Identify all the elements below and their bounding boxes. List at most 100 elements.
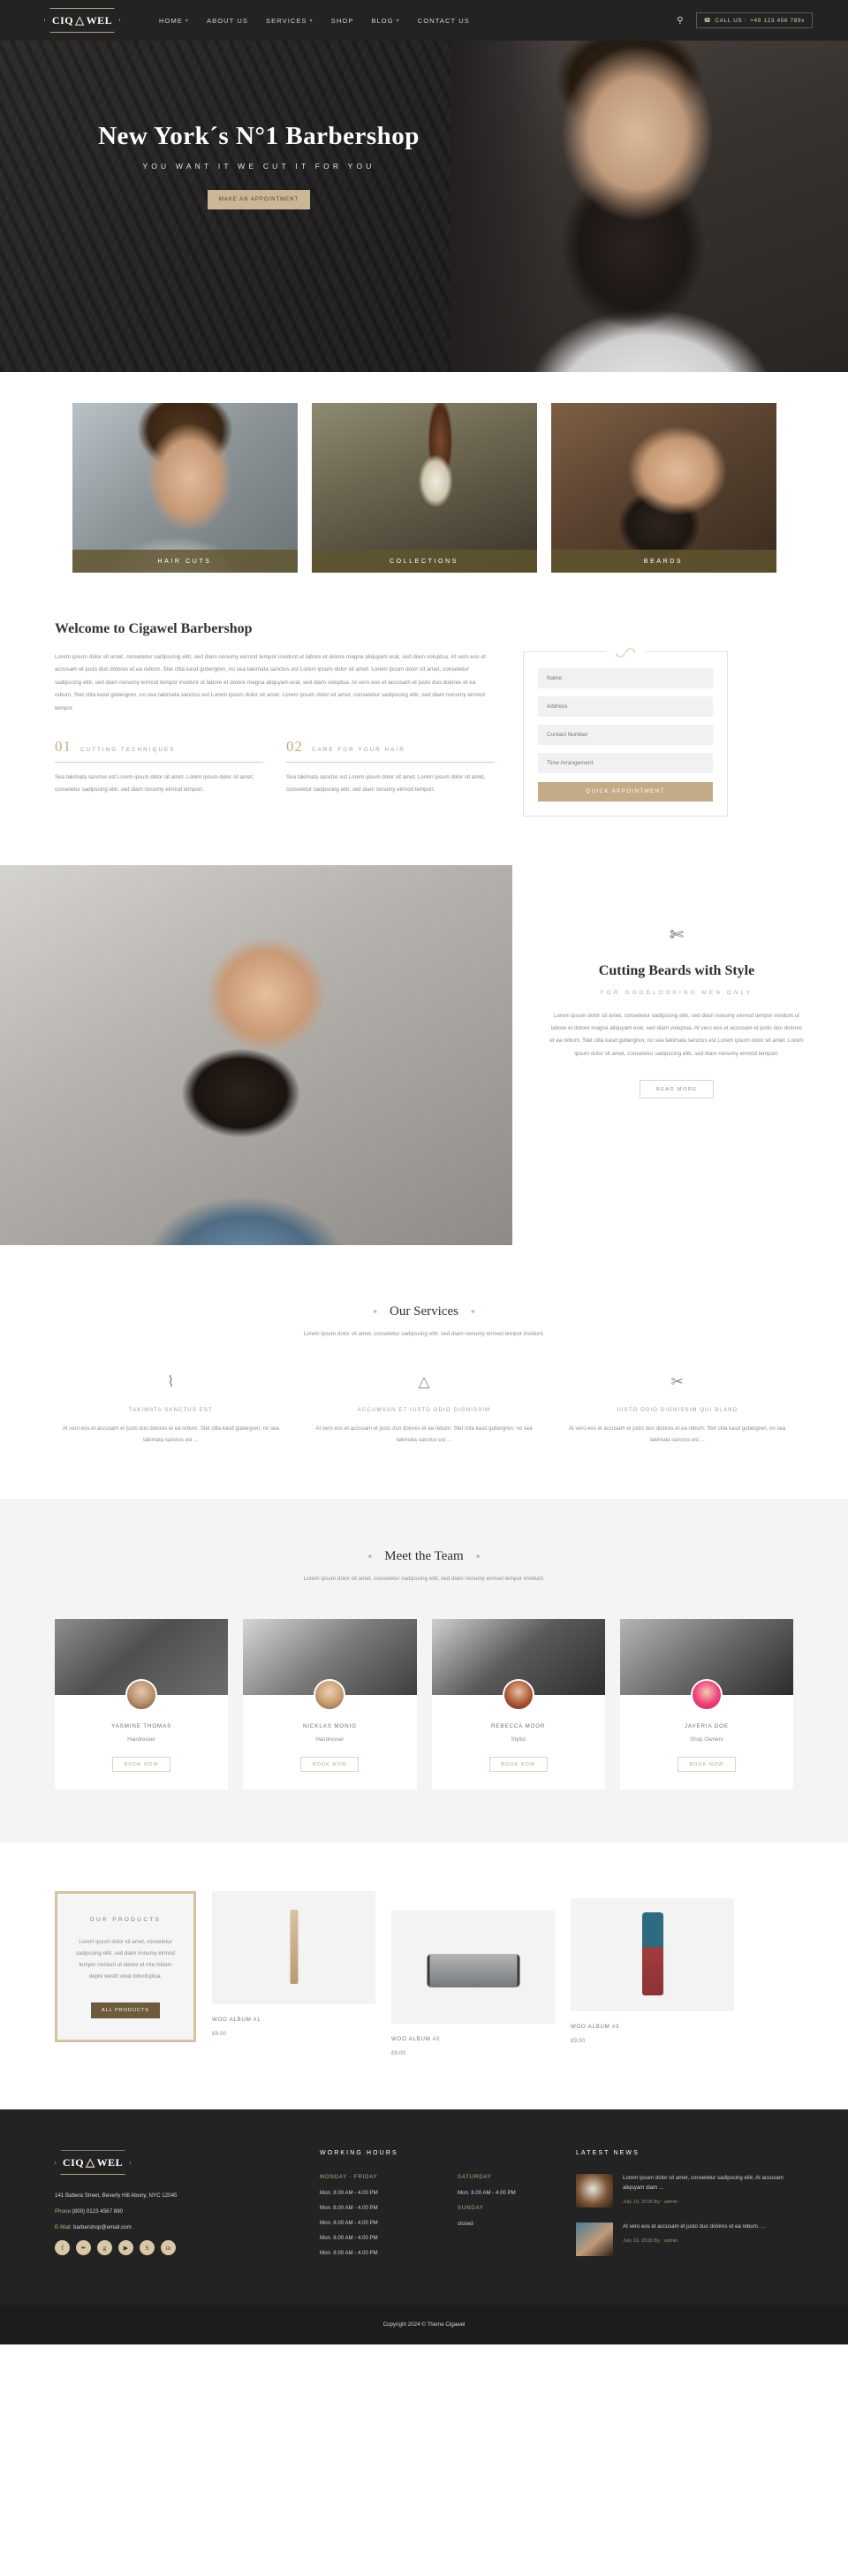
chevron-down-icon: ▾: [396, 18, 400, 24]
skype-icon[interactable]: S: [140, 2240, 155, 2256]
news-text: At vero eos et accusam et justo duo dolo…: [623, 2223, 766, 2230]
service-body: At vero eos et accusam et justo duo dolo…: [62, 1425, 279, 1443]
news-meta: July 19, 2016 By : admin: [623, 2238, 678, 2244]
nav-item-contact-us[interactable]: CONTACT US: [418, 17, 470, 25]
services-grid: ⌇ TAKIMATA SANCTUS EST At vero eos et ac…: [55, 1374, 793, 1447]
member-role: Stylist: [511, 1736, 526, 1744]
razor-icon: ⌇: [167, 1372, 175, 1390]
hours-row: Mon. 8.00 AM - 4.00 PM: [320, 2220, 378, 2227]
nav-item-shop[interactable]: SHOP: [331, 17, 354, 25]
appointment-form: ◡◠ QUICK APPOINTMENT: [523, 646, 728, 817]
header-right: ⚲ ☎ CALL US : +49 123 456 789x: [677, 12, 813, 28]
feature-cards: HAIR CUTS COLLECTIONS BEARDS: [0, 372, 848, 612]
product-name: WOO ALBUM #1: [212, 2017, 261, 2024]
working-hours-heading: WORKING HOURS: [320, 2150, 398, 2157]
hours-row: Mon. 8.00 AM - 4.00 PM: [320, 2190, 378, 2197]
read-more-button[interactable]: READ MORE: [640, 1080, 714, 1099]
chevron-down-icon: ▾: [185, 18, 190, 24]
weekday-hours: MONDAY - FRIDAY Mon. 8.00 AM - 4.00 PM M…: [320, 2174, 438, 2265]
cutting-beards-section: ✄ Cutting Beards with Style FOR GOODLOOK…: [0, 864, 848, 1245]
team-member-card[interactable]: NICKLAS MONIG Hairdresser BOOK NOW: [243, 1619, 417, 1790]
nav-item-services[interactable]: SERVICES ▾: [266, 17, 314, 25]
youtube-icon[interactable]: ▶: [118, 2240, 133, 2256]
book-now-button[interactable]: BOOK NOW: [112, 1757, 171, 1773]
search-icon[interactable]: ⚲: [677, 16, 683, 26]
avatar: [314, 1679, 346, 1712]
product-card[interactable]: WOO ALBUM #2 £9.00: [391, 1891, 555, 2056]
service-item-iusto-odio-dignissim-qui-bland[interactable]: ✂ IUSTO ODIO DIGNISSIM QUI BLAND At vero…: [561, 1374, 793, 1447]
facebook-icon[interactable]: f: [55, 2240, 70, 2256]
hero-section: New York´s N°1 Barbershop YOU WANT IT WE…: [0, 41, 848, 372]
member-name: NICKLAS MONIG: [302, 1723, 357, 1730]
meet-the-team-section: ✶ Meet the Team ✶ Lorem ipsum dolor sit …: [0, 1499, 848, 1843]
member-role: Hairdresser: [127, 1736, 156, 1744]
member-name: REBECCA MOOR: [490, 1723, 546, 1730]
step-number: 01: [55, 738, 72, 756]
nav-item-about-us[interactable]: ABOUT US: [207, 17, 248, 25]
team-member-card[interactable]: YASMINE THOMAS Hairdresser BOOK NOW: [55, 1619, 229, 1790]
nav-item-blog[interactable]: BLOG ▾: [371, 17, 399, 25]
service-body: At vero eos et accusam et justo duo dolo…: [315, 1425, 533, 1443]
step-body: Sea takimata sanctus est Lorem ipsum dol…: [286, 774, 486, 794]
team-member-card[interactable]: REBECCA MOOR Stylist BOOK NOW: [431, 1619, 605, 1790]
news-thumbnail: [576, 2174, 613, 2208]
welcome-title: Welcome to Cigawel Barbershop: [55, 621, 253, 636]
all-products-button[interactable]: ALL PRODUCTS: [91, 2002, 160, 2018]
phone-value: (800) 0123 4567 890: [72, 2208, 124, 2215]
welcome-text-column: Welcome to Cigawel Barbershop Lorem ipsu…: [55, 621, 495, 817]
footer-logo[interactable]: CIQ △ WEL: [55, 2150, 131, 2176]
news-item[interactable]: Lorem ipsum dolor sit amet, consetetur s…: [576, 2174, 793, 2208]
cutting-beards-title: Cutting Beards with Style: [598, 962, 755, 978]
book-now-button[interactable]: BOOK NOW: [300, 1757, 360, 1773]
promo-body: Lorem ipsum dolor sit amet, consetetur s…: [76, 1939, 175, 1979]
linkedin-icon[interactable]: in: [161, 2240, 176, 2256]
feature-card-beards[interactable]: BEARDS: [550, 403, 776, 573]
footer-latest-news-column: LATEST NEWS Lorem ipsum dolor sit amet, …: [576, 2150, 793, 2271]
contact-number-input[interactable]: [538, 725, 713, 745]
time-arrangement-input[interactable]: [538, 753, 713, 773]
product-card[interactable]: WOO ALBUM #3 £9.00: [571, 1891, 734, 2044]
product-name: WOO ALBUM #2: [391, 2036, 441, 2043]
google-plus-icon[interactable]: g: [97, 2240, 112, 2256]
quick-appointment-button[interactable]: QUICK APPOINTMENT: [538, 781, 713, 802]
star-icon: ✶: [469, 1307, 476, 1316]
service-item-takimata-sanctus-est[interactable]: ⌇ TAKIMATA SANCTUS EST At vero eos et ac…: [55, 1374, 287, 1447]
step-body: Sea takimata sanctus est Lorem ipsum dol…: [55, 774, 254, 794]
nav-label: BLOG: [371, 16, 394, 25]
sunday-row: closed: [458, 2221, 473, 2228]
scissors-icon: ✄: [670, 925, 684, 945]
hero-subtitle: YOU WANT IT WE CUT IT FOR YOU: [142, 162, 375, 171]
welcome-paragraph: Lorem ipsum dolor sit amet, consetetur s…: [55, 654, 486, 711]
section-title-wrap: ✶ Our Services ✶: [372, 1304, 475, 1319]
feature-card-hair-cuts[interactable]: HAIR CUTS: [72, 403, 298, 573]
member-name: YASMINE THOMAS: [111, 1723, 172, 1730]
call-us-button[interactable]: ☎ CALL US : +49 123 456 789x: [695, 12, 813, 28]
cutting-beards-body: Lorem ipsum dolor sit amet, consetetur s…: [549, 1012, 804, 1057]
book-now-button[interactable]: BOOK NOW: [677, 1757, 736, 1773]
product-image-comb: [212, 1891, 375, 2005]
nav-label: CONTACT US: [417, 16, 470, 25]
logo-right: WEL: [86, 13, 113, 27]
footer-address: 141 Babera Street, Beverly Hill Abony, N…: [55, 2192, 178, 2200]
news-item[interactable]: At vero eos et accusam et justo duo dolo…: [576, 2223, 793, 2257]
nav-item-home[interactable]: HOME ▾: [159, 17, 189, 25]
news-body: Lorem ipsum dolor sit amet, consetetur s…: [623, 2174, 793, 2207]
book-now-button[interactable]: BOOK NOW: [488, 1757, 548, 1773]
address-input[interactable]: [538, 696, 713, 717]
service-item-accumsan-et-iusto-odio-dignissim[interactable]: △ ACCUMSAN ET IUSTO ODIO DIGNISSIM At ve…: [308, 1374, 541, 1447]
make-appointment-button[interactable]: MAKE AN APPOINTMENT: [208, 190, 310, 209]
product-price: £9.00: [391, 2050, 405, 2057]
product-card[interactable]: WOO ALBUM #1 £9.00: [212, 1891, 375, 2037]
avatar: [125, 1679, 158, 1712]
hours-row: Mon. 8.00 AM - 4.00 PM: [320, 2250, 378, 2257]
logo[interactable]: CIQ △ WEL: [44, 8, 120, 33]
moustache-icon: ◡◠: [606, 646, 645, 658]
hours-row: Mon. 8.00 AM - 4.00 PM: [320, 2205, 378, 2212]
name-input[interactable]: [538, 668, 713, 688]
twitter-icon[interactable]: ✒: [76, 2240, 91, 2256]
avatar: [690, 1679, 723, 1712]
team-member-card[interactable]: JAVERIA DOE Shop Ownerx BOOK NOW: [619, 1619, 793, 1790]
call-number: +49 123 456 789x: [750, 17, 805, 24]
feature-card-collections[interactable]: COLLECTIONS: [311, 403, 537, 573]
comb-scissors-icon: ✂: [670, 1372, 684, 1390]
